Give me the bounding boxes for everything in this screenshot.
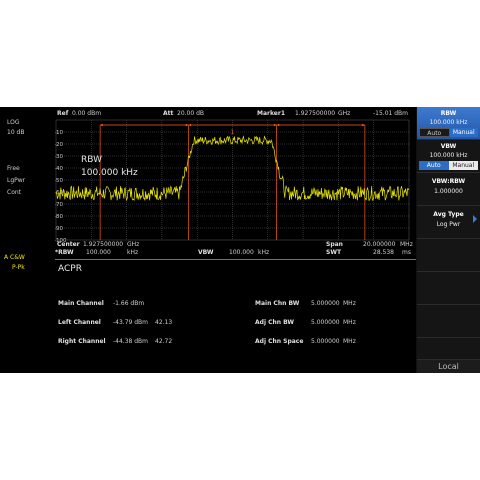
swt-value: 28.538	[373, 249, 394, 256]
avg-type-value: Log Pwr	[436, 221, 461, 228]
channel-span-start	[101, 124, 104, 126]
vbw-softkey-title: VBW	[440, 143, 457, 150]
graticule	[55, 119, 410, 241]
y-axis-ticks: -10-20-30-40-50-60-70-80-90-100	[55, 130, 67, 244]
span-label: Span	[326, 241, 343, 248]
rbw-softkey-title: RBW	[440, 110, 457, 117]
y-tick-label: -90	[55, 226, 63, 232]
center-label: Center	[57, 241, 80, 248]
left-channel-value: -43.79 dBm	[113, 319, 149, 326]
channel-span-start	[189, 124, 192, 126]
main-bw-label: Main Chn BW	[255, 300, 300, 307]
marker-1-label: 1	[231, 129, 235, 136]
avg-type-title: Avg Type	[433, 211, 464, 218]
att-label: Att	[163, 110, 174, 117]
empty-softkey-5[interactable]	[417, 239, 480, 272]
y-tick-label: -30	[55, 154, 63, 160]
vbw-rbw-ratio-softkey[interactable]: VBW:RBW 1.000000	[417, 173, 480, 206]
adj-space-unit: MHz	[343, 338, 356, 345]
vbw-manual-option[interactable]: Manual	[448, 161, 478, 170]
vbw-softkey-value: 100.000 kHz	[429, 152, 468, 159]
ref-value: 0.00 dBm	[72, 110, 102, 117]
empty-softkey-8[interactable]	[417, 338, 480, 360]
submenu-arrow-icon	[473, 215, 477, 223]
acpr-separator	[55, 259, 416, 260]
analyzer-screen: LOG 10 dB Free LgPwr Cont A C&W P-Pk Ref…	[0, 107, 480, 373]
marker-level: -15.01 dBm	[373, 110, 409, 117]
vbw-softkey[interactable]: VBW 100.000 kHz Auto Manual	[417, 140, 480, 173]
rbw-overlay-title: RBW	[81, 155, 102, 165]
detector-status: LgPwr	[7, 177, 26, 184]
status-panel: LOG 10 dB Free LgPwr Cont A C&W P-Pk	[0, 107, 55, 373]
trace-detector: P-Pk	[12, 264, 25, 271]
acpr-title: ACPR	[58, 264, 82, 274]
rbw-manual-option[interactable]: Manual	[449, 128, 478, 137]
adj-space-label: Adj Chn Space	[255, 338, 304, 345]
center-unit: GHz	[127, 241, 140, 248]
vbw-auto-manual-toggle[interactable]: Auto Manual	[419, 161, 478, 170]
marker-label: Marker1	[257, 110, 286, 117]
scale-type: LOG	[7, 119, 20, 126]
scale-div: 10 dB	[7, 129, 25, 136]
marker-frequency-unit: GHz	[338, 110, 351, 117]
empty-softkey-7[interactable]	[417, 305, 480, 338]
vbw-rbw-ratio-title: VBW:RBW	[431, 178, 466, 185]
vbw-auto-option[interactable]: Auto	[419, 161, 449, 170]
channel-span-end	[361, 124, 364, 126]
vbw-value: 100.000	[229, 249, 254, 256]
span-unit: MHz	[400, 241, 413, 248]
vbw-label: VBW	[198, 249, 214, 256]
rbw-label: *RBW	[55, 249, 74, 256]
y-tick-label: -70	[55, 202, 63, 208]
avg-type-softkey[interactable]: Avg Type Log Pwr	[417, 206, 480, 239]
main-channel-label: Main Channel	[58, 300, 104, 307]
softkey-menu: RBW 100.000 kHz Auto Manual VBW 100.000 …	[416, 107, 480, 373]
spectrum-graph: -10-20-30-40-50-60-70-80-90-100 1 RBW 10…	[55, 119, 410, 244]
main-bw-value: 5.000000	[311, 300, 340, 307]
ref-label: Ref	[57, 110, 69, 117]
swt-label: SWT	[326, 249, 342, 256]
y-tick-label: -80	[55, 214, 63, 220]
trace-mode: A C&W	[4, 254, 25, 261]
span-value: 20.000000	[363, 241, 396, 248]
trigger-status: Free	[7, 165, 20, 172]
rbw-auto-manual-toggle[interactable]: Auto Manual	[419, 128, 478, 137]
sweep-status: Cont	[7, 189, 22, 196]
y-tick-label: -40	[55, 166, 63, 172]
vbw-rbw-ratio-value: 1.000000	[434, 188, 463, 195]
rbw-unit: kHz	[127, 249, 139, 256]
main-bw-unit: MHz	[343, 300, 356, 307]
att-value: 20.00 dB	[177, 110, 205, 117]
left-channel-relative: 42.13	[155, 319, 173, 326]
left-channel-label: Left Channel	[58, 319, 101, 326]
y-tick-label: -50	[55, 178, 63, 184]
main-channel-value: -1.66 dBm	[113, 300, 145, 307]
rbw-softkey-value: 100.000 kHz	[429, 119, 468, 126]
rbw-value: 100.000	[86, 249, 111, 256]
rbw-overlay-value: 100.000 kHz	[81, 168, 138, 178]
marker-frequency: 1.927500000	[295, 110, 336, 117]
channel-span-start	[277, 124, 280, 126]
adj-space-value: 5.000000	[311, 338, 340, 345]
right-channel-relative: 42.72	[155, 338, 173, 345]
swt-unit: ms	[402, 249, 411, 256]
adj-bw-value: 5.000000	[311, 319, 340, 326]
right-channel-value: -44.38 dBm	[113, 338, 149, 345]
channel-span-end	[273, 124, 276, 126]
empty-softkey-6[interactable]	[417, 272, 480, 305]
rbw-softkey[interactable]: RBW 100.000 kHz Auto Manual	[417, 107, 480, 140]
right-channel-label: Right Channel	[58, 338, 106, 345]
vbw-unit: kHz	[258, 249, 270, 256]
rbw-auto-option[interactable]: Auto	[419, 128, 450, 137]
spectrum-plot: Ref 0.00 dBm Att 20.00 dB Marker1 1.9275…	[55, 107, 416, 373]
adj-bw-label: Adj Chn BW	[255, 319, 294, 326]
center-value: 1.927500000	[83, 241, 124, 248]
local-button[interactable]: Local	[417, 360, 480, 373]
y-tick-label: -10	[55, 130, 63, 136]
y-tick-label: -20	[55, 142, 63, 148]
channel-span-end	[185, 124, 188, 126]
adj-bw-unit: MHz	[343, 319, 356, 326]
